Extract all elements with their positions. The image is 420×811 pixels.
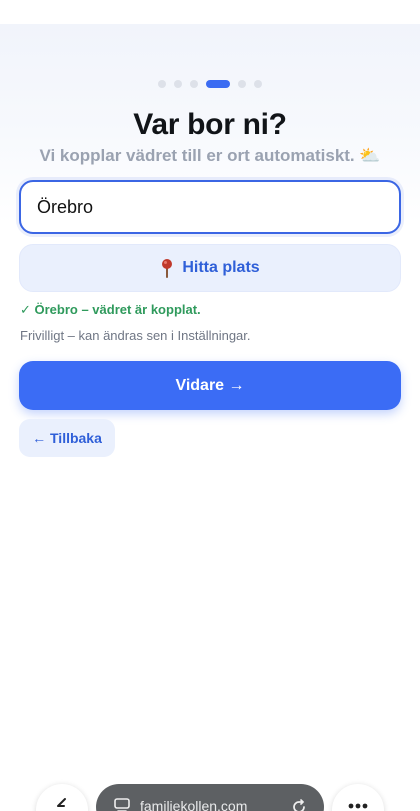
step-dot (238, 80, 246, 88)
step-dot-active (206, 80, 230, 88)
reload-icon[interactable] (290, 798, 308, 811)
step-dot (158, 80, 166, 88)
status-message: ✓ Örebro – vädret är kopplat. (20, 302, 201, 317)
back-arrow-icon (57, 798, 66, 807)
location-field[interactable] (19, 180, 401, 234)
address-bar[interactable]: familjekollen.com (96, 784, 324, 811)
url-text: familjekollen.com (140, 798, 248, 811)
weather-icon: ⛅ (359, 146, 381, 165)
back-button[interactable]: ← Tillbaka (19, 419, 115, 457)
page-title: Var bor ni? (133, 108, 287, 141)
page-subtitle: Vi kopplar vädret till er ort automatisk… (0, 146, 420, 166)
next-button-label: Vidare → (175, 376, 245, 394)
step-dot (254, 80, 262, 88)
more-icon (348, 803, 368, 809)
browser-back-button[interactable] (36, 784, 88, 811)
step-indicator (0, 80, 420, 88)
step-dot (174, 80, 182, 88)
find-location-button[interactable]: Hitta plats (19, 244, 401, 292)
hint-text: Frivilligt – kan ändras sen i Inställnin… (20, 328, 251, 343)
browser-more-button[interactable] (332, 784, 384, 811)
pin-icon (162, 259, 173, 278)
back-button-label: ← Tillbaka (32, 430, 102, 446)
browser-toolbar: familjekollen.com (0, 770, 420, 811)
next-button[interactable]: Vidare → (19, 361, 401, 410)
subtitle-text: Vi kopplar vädret till er ort automatisk… (39, 146, 355, 165)
find-location-label: Hitta plats (182, 259, 260, 276)
location-input[interactable] (21, 182, 399, 232)
step-dot (190, 80, 198, 88)
status-band (0, 0, 420, 24)
tabs-icon (114, 798, 130, 811)
